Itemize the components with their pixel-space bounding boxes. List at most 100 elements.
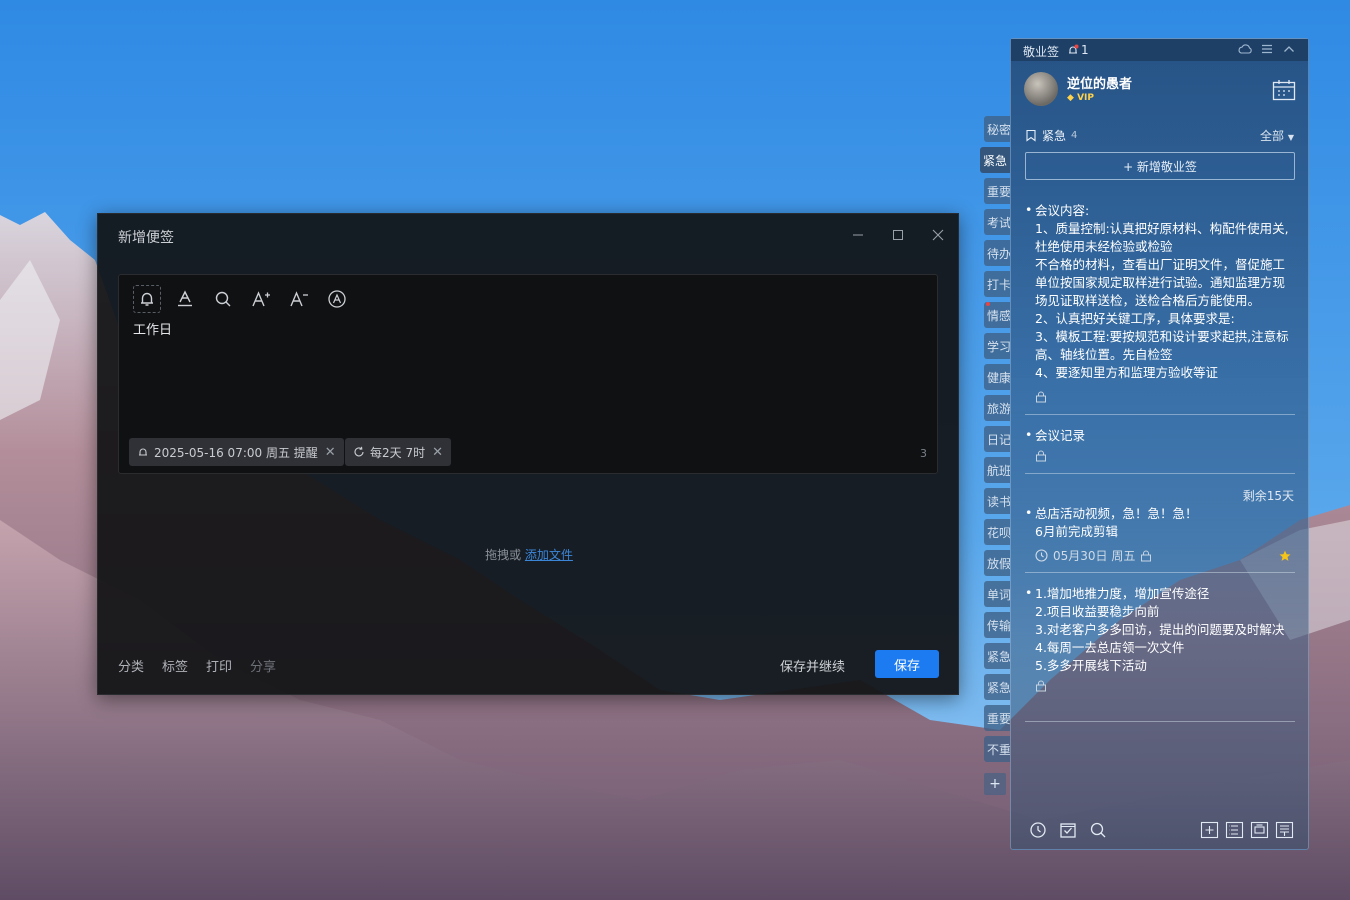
reminder-tool-button[interactable]	[133, 285, 161, 313]
note-item[interactable]: • 1.增加地推力度，增加宣传途径 2.项目收益要稳步向前 3.对老客户多多回访…	[1025, 585, 1295, 697]
ai-tool-button[interactable]	[323, 285, 351, 313]
category-tab[interactable]: 紧急	[984, 643, 1010, 669]
new-note-dialog: 新增便签 工作日 2025-05-16 07:00 周五 提醒 ✕ 每2天 7时…	[97, 213, 959, 695]
panel-header-icons	[1238, 42, 1296, 56]
unread-dot	[986, 302, 990, 306]
category-tab[interactable]: 健康	[984, 364, 1010, 390]
section-header: 紧急 4	[1025, 127, 1077, 144]
reminder-count: 1	[1081, 43, 1089, 57]
drop-text: 拖拽或	[485, 548, 522, 562]
reminder-chip-label: 2025-05-16 07:00 周五 提醒	[154, 445, 318, 460]
print-button[interactable]: 打印	[206, 656, 232, 675]
bell-icon	[141, 292, 153, 306]
category-tab[interactable]: 日记	[984, 426, 1010, 452]
note-editor[interactable]: 工作日 2025-05-16 07:00 周五 提醒 ✕ 每2天 7时 ✕ 3	[118, 274, 938, 474]
font-decrease-icon	[290, 291, 308, 307]
lock-icon[interactable]	[1035, 390, 1295, 408]
note-item[interactable]: • 会议内容: 1、质量控制:认真把好原材料、构配件使用关,杜绝使用未经检验或检…	[1025, 202, 1295, 408]
panel-footer-left	[1029, 821, 1107, 839]
diamond-icon: ◆	[1067, 93, 1074, 103]
note-meta: 05月30日 周五	[1035, 547, 1152, 564]
repeat-chip-label: 每2天 7时	[370, 445, 426, 460]
save-and-continue-button[interactable]: 保存并继续	[780, 656, 845, 675]
category-tab[interactable]: 花呗	[984, 519, 1010, 545]
share-button[interactable]: 分享	[250, 656, 276, 675]
search-icon[interactable]	[1089, 821, 1107, 839]
add-note-icon[interactable]	[1200, 821, 1219, 839]
todo-check-icon[interactable]	[1059, 821, 1077, 839]
category-tab[interactable]: 紧急	[980, 147, 1010, 173]
cloud-sync-icon[interactable]	[1238, 42, 1252, 56]
close-icon	[932, 229, 944, 241]
remove-repeat-icon[interactable]: ✕	[432, 445, 443, 460]
star-icon[interactable]	[1279, 547, 1291, 566]
category-tab[interactable]: 学习	[984, 333, 1010, 359]
category-tab[interactable]: 重要	[984, 705, 1010, 731]
search-tool-button[interactable]	[209, 285, 237, 313]
category-tab[interactable]: 情感	[984, 302, 1010, 328]
category-tab[interactable]: 读书	[984, 488, 1010, 514]
font-decrease-button[interactable]	[285, 285, 313, 313]
category-tab[interactable]: 待办	[984, 240, 1010, 266]
bookmark-icon	[1026, 129, 1036, 142]
reminder-indicator[interactable]: 1	[1067, 43, 1089, 57]
lock-icon[interactable]	[1035, 449, 1295, 467]
note-item[interactable]: • 会议记录	[1025, 427, 1295, 467]
note-text: 总店活动视频，急！急！急！ 6月前完成剪辑	[1035, 506, 1198, 539]
list-view-icon[interactable]	[1275, 821, 1294, 839]
category-tab[interactable]: 考试	[984, 209, 1010, 235]
category-tab[interactable]: 秘密	[984, 116, 1010, 142]
font-color-tool-button[interactable]	[171, 285, 199, 313]
note-divider	[1025, 473, 1295, 474]
menu-icon[interactable]	[1260, 42, 1274, 56]
close-button[interactable]	[926, 224, 950, 246]
note-item[interactable]: • 总店活动视频，急！急！急！ 6月前完成剪辑	[1025, 505, 1295, 541]
remove-reminder-icon[interactable]: ✕	[325, 445, 336, 460]
note-date: 05月30日 周五	[1053, 549, 1136, 563]
section-count: 4	[1071, 130, 1078, 141]
category-tab[interactable]: 航班	[984, 457, 1010, 483]
note-text: 会议内容: 1、质量控制:认真把好原材料、构配件使用关,杜绝使用未经检验或检验 …	[1035, 203, 1289, 380]
filter-dropdown[interactable]: 全部 ▼	[1260, 127, 1294, 144]
add-category-button[interactable]: +	[984, 773, 1006, 795]
lock-icon[interactable]	[1035, 679, 1295, 697]
add-note-button[interactable]: + 新增敬业签	[1025, 152, 1295, 180]
calendar-icon	[1272, 80, 1296, 101]
editor-content[interactable]: 工作日	[133, 319, 172, 338]
file-drop-zone[interactable]: 拖拽或 添加文件	[98, 546, 960, 563]
repeat-chip[interactable]: 每2天 7时 ✕	[345, 438, 451, 466]
minimize-button[interactable]	[846, 224, 870, 246]
app-name: 敬业签	[1023, 45, 1060, 59]
category-tab[interactable]: 重要	[984, 178, 1010, 204]
category-tab[interactable]: 不重	[984, 736, 1010, 762]
category-tab[interactable]: 传输	[984, 612, 1010, 638]
maximize-button[interactable]	[886, 224, 910, 246]
category-tab[interactable]: 紧急	[984, 674, 1010, 700]
section-name: 紧急	[1042, 129, 1067, 143]
avatar[interactable]	[1024, 72, 1058, 106]
minimize-icon	[853, 234, 863, 236]
print-icon[interactable]	[1250, 821, 1269, 839]
category-tab[interactable]: 单词	[984, 581, 1010, 607]
category-tab[interactable]: 旅游	[984, 395, 1010, 421]
save-button[interactable]: 保存	[875, 650, 939, 678]
font-color-icon	[178, 290, 192, 307]
font-increase-button[interactable]	[247, 285, 275, 313]
panel-header: 敬业签 1	[1011, 39, 1308, 61]
category-tab[interactable]: 放假	[984, 550, 1010, 576]
vip-label: VIP	[1077, 93, 1094, 103]
collapse-up-icon[interactable]	[1282, 42, 1296, 56]
category-button[interactable]: 分类	[118, 656, 144, 675]
calendar-button[interactable]	[1272, 79, 1296, 105]
dialog-title: 新增便签	[118, 230, 174, 246]
dialog-footer-actions: 分类 标签 打印 分享	[118, 656, 276, 675]
note-divider	[1025, 572, 1295, 573]
grid-layout-icon[interactable]	[1225, 821, 1244, 839]
note-divider	[1025, 414, 1295, 415]
add-file-link[interactable]: 添加文件	[525, 548, 573, 562]
tag-button[interactable]: 标签	[162, 656, 188, 675]
category-tab[interactable]: 打卡	[984, 271, 1010, 297]
reminder-chip[interactable]: 2025-05-16 07:00 周五 提醒 ✕	[129, 438, 344, 466]
clock-icon[interactable]	[1029, 821, 1047, 839]
username: 逆位的愚者	[1067, 77, 1133, 92]
